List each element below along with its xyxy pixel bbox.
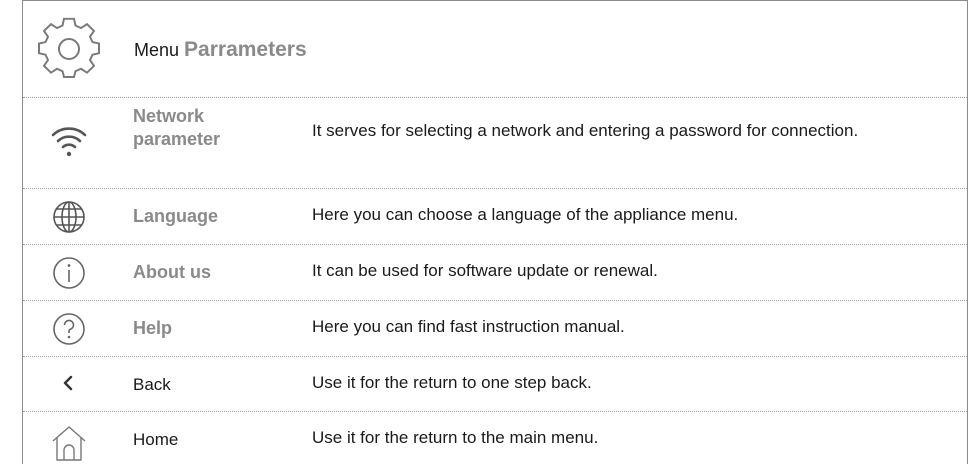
parameters-table: Menu Parrameters Network parameter It se… [22,0,968,464]
row-home[interactable]: Home Use it for the return to the main m… [23,412,967,465]
chevron-left-icon [47,362,91,406]
row-desc-about: It can be used for software update or re… [312,261,658,280]
row-name-about: About us [133,262,211,282]
row-about-us[interactable]: About us It can be used for software upd… [23,245,967,301]
title-parameters-word: Parrameters [184,38,307,61]
wifi-icon [47,119,91,163]
row-desc-help: Here you can find fast instruction manua… [312,317,625,336]
menu-header: Menu Parrameters [23,1,967,98]
help-icon [47,307,91,351]
home-icon [47,418,91,462]
info-icon [47,251,91,295]
gear-icon [37,17,101,81]
page-title: Menu Parrameters [134,37,307,63]
row-name-home: Home [133,430,179,449]
row-help[interactable]: Help Here you can find fast instruction … [23,301,967,357]
row-name-network-line1: Network [133,106,205,126]
row-desc-language: Here you can choose a language of the ap… [312,205,739,224]
row-back[interactable]: Back Use it for the return to one step b… [23,357,967,412]
row-language[interactable]: Language Here you can choose a language … [23,189,967,245]
row-name-help: Help [133,318,173,338]
row-network-parameter[interactable]: Network parameter It serves for selectin… [23,97,967,189]
row-desc-back: Use it for the return to one step back. [312,373,592,392]
row-name-network: Network parameter [133,105,220,151]
title-menu-word: Menu [134,40,180,60]
row-name-back: Back [133,375,171,394]
row-name-network-line2: parameter [133,129,221,149]
globe-icon [47,195,91,239]
row-desc-home: Use it for the return to the main menu. [312,428,599,447]
row-desc-network: It serves for selecting a network and en… [312,121,859,140]
row-name-language: Language [133,206,219,226]
